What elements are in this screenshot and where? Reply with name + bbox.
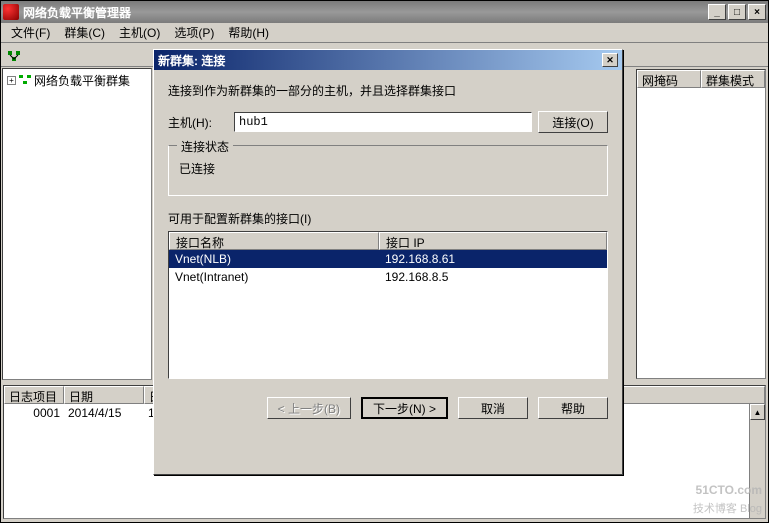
menu-file[interactable]: 文件(F) (5, 22, 56, 43)
col-mode[interactable]: 群集模式 (701, 70, 765, 88)
menu-help[interactable]: 帮助(H) (222, 22, 275, 43)
new-cluster-dialog: 新群集: 连接 ✕ 连接到作为新群集的一部分的主机，并且选择群集接口 主机(H)… (153, 49, 623, 475)
minimize-button[interactable]: _ (708, 4, 726, 20)
connect-button[interactable]: 连接(O) (538, 111, 608, 133)
tree-panel: + 网络负载平衡群集 (2, 68, 152, 380)
status-text: 已连接 (179, 160, 597, 177)
menubar: 文件(F) 群集(C) 主机(O) 选项(P) 帮助(H) (1, 23, 768, 43)
interface-list: 接口名称 接口 IP Vnet(NLB) 192.168.8.61 Vnet(I… (168, 231, 608, 379)
if-ip-cell: 192.168.8.61 (379, 251, 607, 267)
if-ip-cell: 192.168.8.5 (379, 269, 607, 285)
log-cell-date: 2014/4/15 (64, 406, 144, 420)
log-col-date[interactable]: 日期 (64, 386, 144, 404)
log-col-item[interactable]: 日志项目 (4, 386, 64, 404)
scroll-up-icon[interactable]: ▲ (750, 404, 765, 420)
log-cell-item: 0001 (4, 406, 64, 420)
if-name-cell: Vnet(Intranet) (169, 269, 379, 285)
menu-options[interactable]: 选项(P) (168, 22, 220, 43)
tree-root-node[interactable]: + 网络负载平衡群集 (3, 69, 151, 92)
main-window: 网络负载平衡管理器 _ □ × 文件(F) 群集(C) 主机(O) 选项(P) … (0, 0, 769, 523)
menu-cluster[interactable]: 群集(C) (58, 22, 111, 43)
host-row: 主机(H): 连接(O) (168, 111, 608, 133)
interface-row[interactable]: Vnet(Intranet) 192.168.8.5 (169, 268, 607, 286)
dialog-close-button[interactable]: ✕ (602, 53, 618, 67)
expand-icon[interactable]: + (7, 76, 16, 85)
help-button[interactable]: 帮助 (538, 397, 608, 419)
dialog-title: 新群集: 连接 (158, 52, 225, 69)
tree-root-label: 网络负载平衡群集 (34, 72, 130, 89)
dialog-titlebar: 新群集: 连接 ✕ (154, 50, 622, 70)
if-name-cell: Vnet(NLB) (169, 251, 379, 267)
window-title: 网络负载平衡管理器 (23, 4, 708, 21)
right-panel: 网掩码 群集模式 (636, 69, 766, 379)
toolbar-icon[interactable] (5, 46, 23, 64)
status-legend: 连接状态 (177, 138, 233, 155)
host-label: 主机(H): (168, 114, 228, 131)
next-button[interactable]: 下一步(N) > (361, 397, 448, 419)
interface-columns: 接口名称 接口 IP (169, 232, 607, 250)
right-columns: 网掩码 群集模式 (637, 70, 765, 88)
dialog-instruction: 连接到作为新群集的一部分的主机，并且选择群集接口 (168, 82, 608, 99)
col-if-name[interactable]: 接口名称 (169, 232, 379, 250)
col-mask[interactable]: 网掩码 (637, 70, 701, 88)
interface-list-label: 可用于配置新群集的接口(I) (168, 210, 608, 227)
status-groupbox: 连接状态 已连接 (168, 145, 608, 196)
back-button: < 上一步(B) (267, 397, 351, 419)
dialog-buttons: < 上一步(B) 下一步(N) > 取消 帮助 (154, 391, 622, 425)
app-icon (3, 4, 19, 20)
close-button[interactable]: × (748, 4, 766, 20)
menu-host[interactable]: 主机(O) (113, 22, 166, 43)
log-scrollbar[interactable]: ▲ (749, 404, 765, 518)
col-if-ip[interactable]: 接口 IP (379, 232, 607, 250)
dialog-body: 连接到作为新群集的一部分的主机，并且选择群集接口 主机(H): 连接(O) 连接… (154, 70, 622, 391)
maximize-button[interactable]: □ (728, 4, 746, 20)
interface-row[interactable]: Vnet(NLB) 192.168.8.61 (169, 250, 607, 268)
tree-icon (18, 72, 32, 89)
main-titlebar: 网络负载平衡管理器 _ □ × (1, 1, 768, 23)
window-controls: _ □ × (708, 4, 766, 20)
host-input[interactable] (234, 112, 532, 132)
cancel-button[interactable]: 取消 (458, 397, 528, 419)
